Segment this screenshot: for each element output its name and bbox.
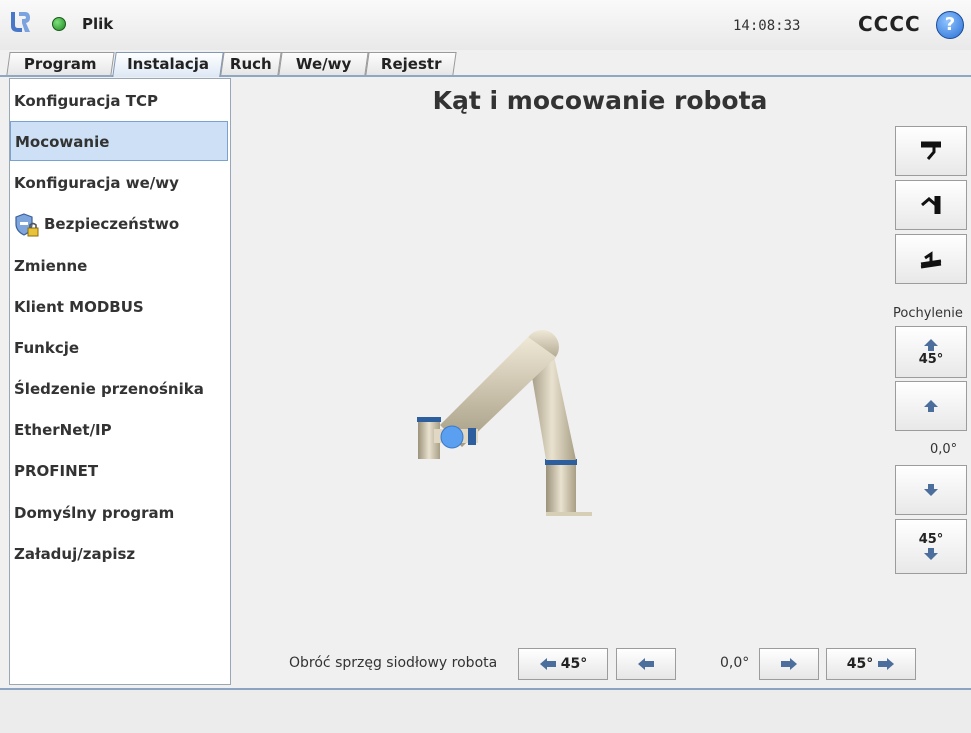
sidebar-item-io-config[interactable]: Konfiguracja we/wy [10, 163, 228, 203]
mount-floor-button[interactable] [895, 234, 967, 284]
sidebar-item-label: Bezpieczeństwo [44, 215, 180, 233]
rotation-label: Obróć sprzęg siodłowy robota [289, 655, 498, 671]
tilt-up-button[interactable] [895, 381, 967, 431]
arrow-left-icon [539, 658, 556, 670]
sidebar-item-modbus[interactable]: Klient MODBUS [10, 287, 228, 327]
arrow-up-icon [924, 400, 938, 412]
rotation-step-label: 45° [846, 656, 874, 672]
installation-sidebar: Konfiguracja TCP Mocowanie Konfiguracja … [9, 78, 231, 685]
tab-label: Ruch [230, 55, 272, 73]
footer-bar [0, 688, 971, 733]
sidebar-item-variables[interactable]: Zmienne [10, 246, 228, 286]
tilt-down-45-button[interactable]: 45° [895, 519, 967, 574]
tab-instalacja[interactable]: Instalacja [112, 52, 224, 77]
tab-rejestr[interactable]: Rejestr [365, 52, 457, 75]
clock: 14:08:33 [733, 18, 801, 34]
sidebar-item-default-program[interactable]: Domyślny program [10, 493, 228, 533]
help-icon[interactable]: ? [936, 11, 964, 39]
tilt-step-label: 45° [918, 532, 944, 547]
sidebar-item-conveyor-tracking[interactable]: Śledzenie przenośnika [10, 369, 228, 409]
robot-status-icon [52, 17, 66, 31]
tab-label: We/wy [295, 55, 352, 73]
sidebar-item-ethernet-ip[interactable]: EtherNet/IP [10, 410, 228, 450]
top-bar: Plik 14:08:33 CCCC ? [0, 0, 971, 50]
rotate-left-45-button[interactable]: 45° [518, 648, 608, 680]
rotation-step-label: 45° [560, 656, 588, 672]
tab-label: Rejestr [380, 55, 442, 73]
safety-lock-icon [14, 212, 40, 238]
arrow-right-icon [781, 658, 797, 670]
wall-mount-icon [921, 196, 941, 214]
rotate-right-button[interactable] [759, 648, 819, 680]
tilt-up-45-button[interactable]: 45° [895, 326, 967, 378]
mount-ceiling-button[interactable] [895, 126, 967, 176]
ur-logo-icon [11, 12, 30, 32]
arrow-down-icon [924, 548, 938, 560]
robot-name: CCCC [858, 12, 921, 36]
arrow-down-icon [924, 484, 938, 496]
file-menu[interactable]: Plik [82, 15, 113, 33]
arrow-up-icon [924, 338, 938, 351]
tilt-down-button[interactable] [895, 465, 967, 515]
tab-program[interactable]: Program [6, 52, 115, 75]
tab-label: Instalacja [127, 55, 210, 73]
sidebar-item-features[interactable]: Funkcje [10, 328, 228, 368]
tilt-step-label: 45° [918, 351, 944, 367]
rotate-left-button[interactable] [616, 648, 676, 680]
floor-mount-icon [920, 251, 942, 269]
sidebar-item-load-save[interactable]: Załaduj/zapisz [10, 534, 228, 574]
sidebar-item-tcp-config[interactable]: Konfiguracja TCP [10, 81, 228, 121]
main-tabs: Program Instalacja Ruch We/wy Rejestr [0, 50, 971, 77]
mount-wall-button[interactable] [895, 180, 967, 230]
tilt-value: 0,0° [930, 442, 958, 457]
tab-ruch[interactable]: Ruch [220, 52, 282, 75]
rotation-value: 0,0° [720, 655, 750, 671]
rotate-right-45-button[interactable]: 45° [826, 648, 916, 680]
arrow-left-icon [638, 658, 654, 670]
tab-label: Program [24, 55, 97, 73]
tilt-label: Pochylenie [893, 306, 963, 321]
arrow-right-icon [878, 658, 895, 670]
robot-arm-visual [417, 330, 592, 516]
sidebar-item-safety[interactable]: Bezpieczeństwo [10, 204, 228, 244]
sidebar-item-profinet[interactable]: PROFINET [10, 451, 228, 491]
page-title: Kąt i mocowanie robota [432, 86, 768, 115]
sidebar-item-mounting[interactable]: Mocowanie [10, 121, 228, 161]
tab-we-wy[interactable]: We/wy [278, 52, 369, 75]
ceiling-mount-icon [921, 141, 941, 160]
